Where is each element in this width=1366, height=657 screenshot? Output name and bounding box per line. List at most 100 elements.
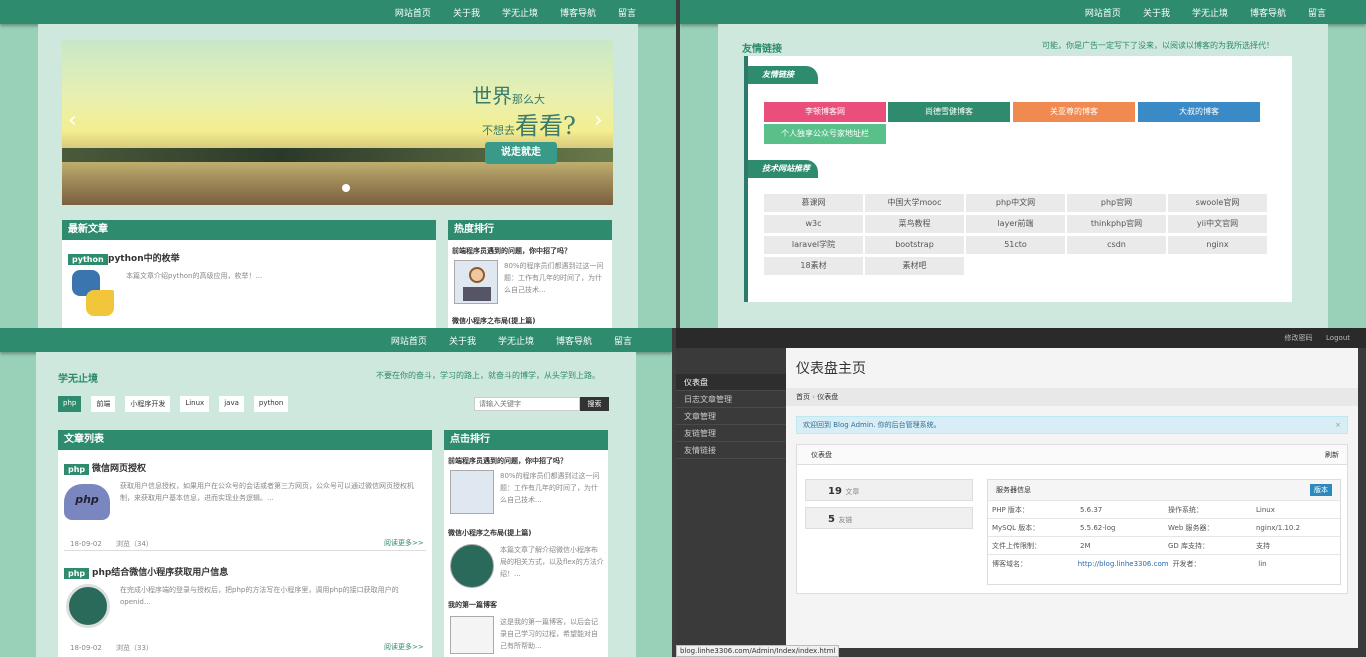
friend-link-5[interactable]: 个人独享公众号家地址栏	[764, 124, 886, 144]
nav-message[interactable]: 留言	[614, 334, 632, 347]
hot-ranking-panel: 热度排行 前端程序员遇到的问题，你中招了吗？ 80%的程序员们都遇到过这一问题：…	[448, 220, 612, 328]
sidebar-posts[interactable]: 日志文章管理	[676, 391, 786, 408]
cartoon-thumbnail	[450, 616, 494, 654]
cartoon-programmer-thumbnail	[450, 470, 494, 514]
tech-site-link[interactable]: w3c	[764, 215, 863, 233]
tech-site-link[interactable]: csdn	[1067, 236, 1166, 254]
sidebar-dashboard[interactable]: 仪表盘	[676, 374, 786, 391]
post-description: 本篇文章介绍python的高级应用，枚举！...	[126, 272, 263, 280]
click-item-title[interactable]: 我的第一篇博客	[448, 600, 497, 610]
read-more-link[interactable]: 阅读更多>>	[384, 642, 424, 652]
article-title[interactable]: 微信网页授权	[92, 461, 146, 474]
nav-home[interactable]: 网站首页	[1085, 6, 1121, 19]
breadcrumb-home[interactable]: 首页	[796, 393, 810, 401]
post-category-tag[interactable]: python	[68, 254, 108, 265]
info-key: Web 服务器：	[1168, 524, 1214, 532]
banner-go-button[interactable]: 说走就走	[485, 142, 557, 164]
tag-frontend[interactable]: 前端	[91, 396, 116, 412]
banner-next-arrow[interactable]: ›	[594, 108, 603, 133]
info-key: PHP 版本：	[992, 506, 1029, 514]
system-info-title: 服务器信息	[996, 486, 1031, 494]
cartoon-programmer-thumbnail	[454, 260, 498, 304]
banner-prev-arrow[interactable]: ‹	[68, 108, 77, 133]
nav-home[interactable]: 网站首页	[395, 6, 431, 19]
latest-posts-title: 最新文章	[62, 220, 436, 240]
tech-sites-label: 技术网站推荐	[748, 160, 818, 178]
article-tag[interactable]: php	[64, 464, 90, 475]
divider	[64, 550, 426, 551]
tech-site-link[interactable]: swoole官网	[1168, 194, 1267, 212]
nav-blog-nav[interactable]: 博客导航	[556, 334, 592, 347]
nav-about[interactable]: 关于我	[1143, 6, 1170, 19]
logout-link[interactable]: Logout	[1326, 334, 1350, 342]
article-views: 浏览（33）	[116, 644, 153, 652]
tech-site-link[interactable]: thinkphp官网	[1067, 215, 1166, 233]
nav-study[interactable]: 学无止境	[502, 6, 538, 19]
info-row-1: PHP 版本： 5.6.37 操作系统： Linux	[988, 500, 1340, 518]
click-item-title[interactable]: 微信小程序之布局(提上篇)	[448, 528, 531, 538]
search-button[interactable]: 搜索	[580, 397, 609, 411]
tag-linux[interactable]: Linux	[180, 396, 210, 412]
tech-site-link[interactable]: 菜鸟教程	[865, 215, 964, 233]
tag-java[interactable]: java	[219, 396, 244, 412]
friend-link-3[interactable]: 关亚尊的博客	[1013, 102, 1135, 122]
tech-site-link[interactable]: 51cto	[966, 236, 1065, 254]
post-title[interactable]: python中的枚举	[108, 251, 180, 264]
tech-site-link[interactable]: php官网	[1067, 194, 1166, 212]
tech-site-link[interactable]: laravel学院	[764, 236, 863, 254]
friend-link-4[interactable]: 大叔的博客	[1138, 102, 1260, 122]
info-value: 5.6.37	[1080, 506, 1103, 514]
tech-site-link[interactable]: nginx	[1168, 236, 1267, 254]
tech-site-link[interactable]: 中国大学mooc	[865, 194, 964, 212]
info-row-3: 文件上传限制： 2M GD 库支持： 支持	[988, 536, 1340, 554]
nav-about[interactable]: 关于我	[453, 6, 480, 19]
friend-link-1[interactable]: 李顿博客网	[764, 102, 886, 122]
info-value: 5.5.62-log	[1080, 524, 1116, 532]
miniprogram-thumbnail	[450, 544, 494, 588]
category-tags: php 前端 小程序开发 Linux java python	[58, 396, 289, 412]
friend-link-2[interactable]: 尚德雪健博客	[888, 102, 1010, 122]
tag-miniprogram[interactable]: 小程序开发	[125, 396, 171, 412]
article-tag[interactable]: php	[64, 568, 90, 579]
tech-site-link[interactable]: bootstrap	[865, 236, 964, 254]
alert-text: 欢迎回到 Blog Admin. 你的后台管理系统。	[803, 421, 941, 429]
nav-blog-nav[interactable]: 博客导航	[560, 6, 596, 19]
nav-study[interactable]: 学无止境	[1192, 6, 1228, 19]
nav-message[interactable]: 留言	[1308, 6, 1326, 19]
nav-home[interactable]: 网站首页	[391, 334, 427, 347]
nav-blog-nav[interactable]: 博客导航	[1250, 6, 1286, 19]
tech-site-link[interactable]: 素材吧	[865, 257, 964, 275]
nav-message[interactable]: 留言	[618, 6, 636, 19]
info-key: 操作系统：	[1168, 506, 1203, 514]
click-item-title[interactable]: 前端程序员遇到的问题，你中招了吗？	[448, 456, 567, 466]
sidebar-friend-links[interactable]: 友情链接	[676, 442, 786, 459]
sidebar-links[interactable]: 友链管理	[676, 425, 786, 442]
welcome-alert: 欢迎回到 Blog Admin. 你的后台管理系统。 ×	[796, 416, 1348, 434]
content-area: 世界那么大 不想去看看? 说走就走 ‹ › 最新文章 python python…	[38, 24, 638, 328]
tech-site-link[interactable]: 慕课网	[764, 194, 863, 212]
search-input[interactable]	[474, 397, 580, 411]
hot-item2-title[interactable]: 微信小程序之布局(提上篇)	[452, 316, 535, 326]
blog-domain-link[interactable]: http://blog.linhe3306.com	[1074, 555, 1169, 572]
banner-line2-small: 不想去	[482, 124, 515, 137]
close-icon[interactable]: ×	[1335, 417, 1341, 433]
article-title[interactable]: php结合微信小程序获取用户信息	[92, 565, 228, 578]
tag-python[interactable]: python	[253, 396, 289, 412]
refresh-button[interactable]: 刷新	[1325, 445, 1339, 465]
info-key: MySQL 版本：	[992, 524, 1040, 532]
friend-links-label: 友情链接	[748, 66, 818, 84]
tech-site-link[interactable]: yii中文官网	[1168, 215, 1267, 233]
change-password-link[interactable]: 修改密码	[1285, 334, 1313, 342]
tag-php[interactable]: php	[58, 396, 82, 412]
hot-item-title[interactable]: 前端程序员遇到的问题，你中招了吗？	[452, 246, 571, 256]
info-row-2: MySQL 版本： 5.5.62-log Web 服务器： nginx/1.10.2	[988, 518, 1340, 536]
miniprogram-logo-icon	[66, 584, 110, 628]
nav-about[interactable]: 关于我	[449, 334, 476, 347]
tech-site-link[interactable]: php中文网	[966, 194, 1065, 212]
read-more-link[interactable]: 阅读更多>>	[384, 538, 424, 548]
tech-site-link[interactable]: layer前端	[966, 215, 1065, 233]
sidebar-articles[interactable]: 文章管理	[676, 408, 786, 425]
tech-site-link[interactable]: 18素材	[764, 257, 863, 275]
nav-study[interactable]: 学无止境	[498, 334, 534, 347]
carousel-dot[interactable]	[342, 184, 350, 192]
